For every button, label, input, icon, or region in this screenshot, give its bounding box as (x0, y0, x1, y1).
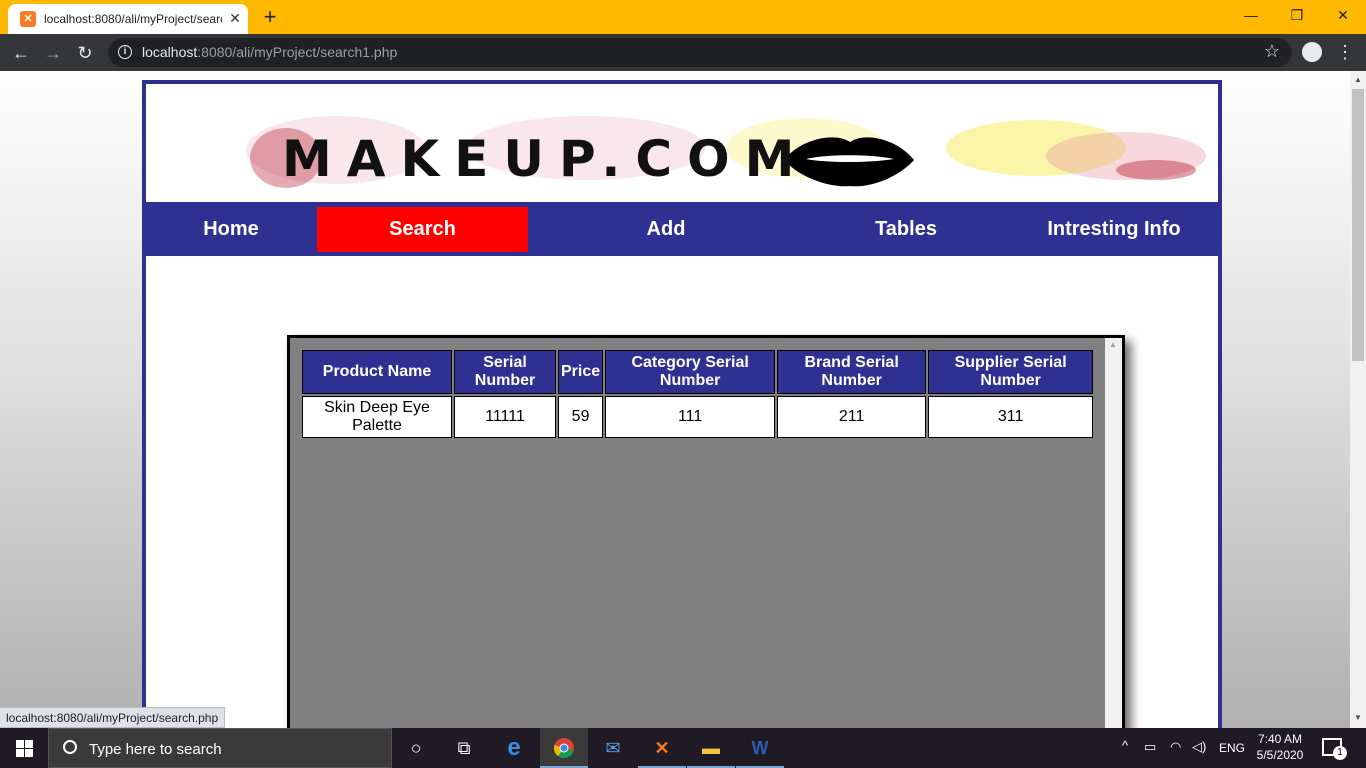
close-window-button[interactable]: ✕ (1320, 0, 1366, 30)
scroll-up-arrow-icon[interactable]: ▲ (1354, 75, 1362, 84)
language-indicator[interactable]: ENG (1219, 741, 1245, 755)
nav-search[interactable]: Search (317, 207, 528, 252)
browser-menu-icon[interactable]: ⋮ (1336, 40, 1354, 64)
nav-tables[interactable]: Tables (806, 207, 1006, 252)
scroll-down-arrow-icon[interactable]: ▼ (1354, 713, 1362, 722)
results-scrollbar[interactable]: ▲ (1105, 338, 1122, 728)
xampp-icon[interactable]: ✕ (638, 728, 686, 768)
chrome-logo (553, 738, 574, 759)
header-price: Price (558, 350, 604, 394)
site-logo[interactable]: MAKEUP.COM (282, 130, 809, 188)
url-host: localhost (142, 44, 198, 60)
site-banner: MAKEUP.COM (246, 108, 1212, 194)
back-icon[interactable]: ← (8, 40, 34, 66)
nav-add[interactable]: Add (566, 207, 766, 252)
file-explorer-icon[interactable]: ▬ (687, 728, 735, 768)
url-path: :8080/ali/myProject/search1.php (197, 44, 398, 60)
header-product-name: Product Name (302, 350, 452, 394)
cell-category-serial: 111 (605, 396, 776, 438)
windows-logo-tile (25, 740, 33, 748)
volume-icon[interactable]: ◁) (1192, 739, 1206, 755)
wifi-icon[interactable]: ◠ (1170, 739, 1181, 755)
search-icon (63, 740, 77, 754)
taskbar-search-box[interactable]: Type here to search (48, 728, 392, 768)
word-icon[interactable]: W (736, 728, 784, 768)
mail-icon[interactable]: ✉ (589, 728, 637, 768)
site-navbar: Home Search Add Tables Intresting Info (146, 202, 1218, 256)
nav-home[interactable]: Home (146, 207, 316, 252)
table-row: Skin Deep Eye Palette 11111 59 111 211 3… (302, 396, 1094, 438)
cell-supplier-serial: 311 (928, 396, 1094, 438)
windows-logo-icon (16, 740, 24, 748)
profile-avatar-icon[interactable] (1302, 42, 1322, 62)
nav-intresting-info[interactable]: Intresting Info (1026, 207, 1202, 252)
restore-button[interactable]: ❐ (1274, 0, 1320, 30)
notification-badge: 1 (1333, 746, 1347, 760)
tab-close-icon[interactable]: ✕ (226, 9, 244, 27)
page-viewport: MAKEUP.COM Home Search Add Tables Intres… (0, 71, 1350, 728)
cortana-icon[interactable]: ○ (392, 728, 440, 768)
browser-title-bar: ✕ localhost:8080/ali/myProject/search1.p… (0, 0, 1366, 34)
address-bar[interactable]: i localhost:8080/ali/myProject/search1.p… (108, 38, 1292, 67)
cell-product-name: Skin Deep Eye Palette (302, 396, 452, 438)
battery-icon[interactable]: ▭ (1144, 739, 1156, 755)
minimize-button[interactable]: — (1228, 0, 1274, 30)
header-category-serial: Category Serial Number (605, 350, 776, 394)
status-bar-url: localhost:8080/ali/myProject/search.php (0, 707, 226, 728)
results-table: Product Name Serial Number Price Categor… (300, 348, 1095, 440)
forward-icon[interactable]: → (40, 40, 66, 66)
taskbar-clock[interactable]: 7:40 AM 5/5/2020 (1250, 731, 1310, 763)
chrome-icon[interactable] (540, 728, 588, 768)
windows-logo-tile (25, 749, 33, 757)
scrollbar-thumb[interactable] (1352, 89, 1364, 361)
tab-title: localhost:8080/ali/myProject/search1.php (44, 12, 222, 26)
taskbar-search-placeholder: Type here to search (89, 741, 222, 758)
task-view-icon[interactable]: ⧉ (440, 728, 488, 768)
bookmark-star-icon[interactable]: ☆ (1264, 41, 1280, 62)
new-tab-button[interactable]: + (258, 5, 282, 29)
browser-tab[interactable]: ✕ localhost:8080/ali/myProject/search1.p… (8, 4, 248, 34)
cell-serial-number: 11111 (454, 396, 556, 438)
url-text[interactable]: localhost:8080/ali/myProject/search1.php (142, 44, 397, 60)
page-scrollbar[interactable]: ▲ ▼ (1350, 71, 1366, 728)
notification-center-icon[interactable]: 1 (1322, 738, 1347, 760)
clock-time: 7:40 AM (1257, 732, 1303, 746)
xampp-favicon-icon: ✕ (20, 11, 36, 27)
table-header-row: Product Name Serial Number Price Categor… (302, 350, 1094, 394)
scroll-up-icon[interactable]: ▲ (1109, 340, 1117, 349)
windows-taskbar: Type here to search ○ ⧉ e ✉ ✕ ▬ W ^ ▭ ◠ … (0, 728, 1366, 768)
start-button[interactable] (0, 728, 48, 768)
search-results-frame[interactable]: ▲ Product Name Serial Number Price Categ… (287, 335, 1125, 728)
cell-brand-serial: 211 (777, 396, 927, 438)
reload-icon[interactable]: ↻ (72, 40, 98, 66)
clock-date: 5/5/2020 (1256, 748, 1304, 762)
edge-icon[interactable]: e (490, 728, 538, 768)
header-brand-serial: Brand Serial Number (777, 350, 927, 394)
chevron-up-icon[interactable]: ^ (1122, 738, 1128, 753)
browser-toolbar: ← → ↻ i localhost:8080/ali/myProject/sea… (0, 34, 1366, 71)
site-info-icon[interactable]: i (118, 45, 132, 59)
header-serial-number: Serial Number (454, 350, 556, 394)
windows-logo-tile (16, 749, 24, 757)
header-supplier-serial: Supplier Serial Number (928, 350, 1094, 394)
cell-price: 59 (558, 396, 604, 438)
page-container: MAKEUP.COM Home Search Add Tables Intres… (142, 80, 1222, 728)
